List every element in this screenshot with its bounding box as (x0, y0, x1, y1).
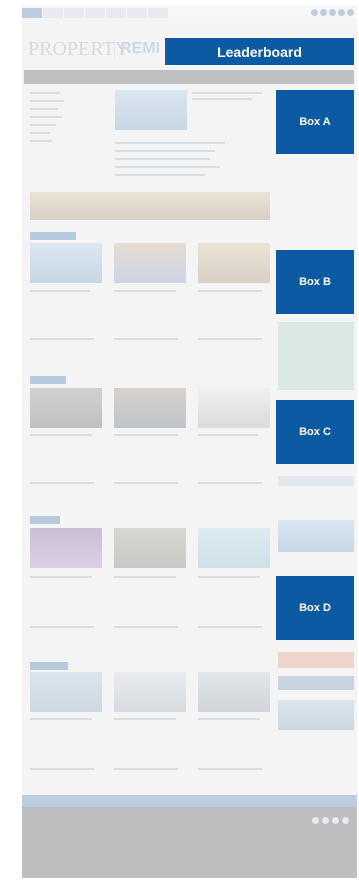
widget-heading (278, 476, 354, 486)
sidebar-link[interactable] (30, 124, 56, 126)
article-title[interactable] (114, 718, 176, 720)
article-link[interactable] (114, 768, 178, 770)
article-image[interactable] (114, 243, 186, 283)
article-link[interactable] (30, 768, 94, 770)
article-image[interactable] (198, 528, 270, 568)
article-title[interactable] (114, 290, 176, 292)
social-icon[interactable] (342, 817, 349, 824)
article-image[interactable] (198, 672, 270, 712)
article-image[interactable] (114, 388, 186, 428)
top-tab[interactable] (22, 8, 42, 18)
box-a-ad-slot[interactable]: Box A (276, 90, 354, 154)
headline-link[interactable] (115, 150, 215, 152)
widget-image[interactable] (278, 700, 354, 730)
promo-widget[interactable] (278, 652, 354, 668)
article-image[interactable] (30, 672, 102, 712)
social-icon[interactable] (347, 9, 354, 16)
sidebar-link[interactable] (30, 140, 52, 142)
section-heading (30, 376, 66, 384)
article-title[interactable] (198, 434, 258, 436)
article-image[interactable] (198, 243, 270, 283)
sidebar-link[interactable] (30, 132, 50, 134)
top-tab[interactable] (64, 8, 84, 18)
top-tab[interactable] (148, 8, 168, 18)
social-icon[interactable] (322, 817, 329, 824)
main-navigation[interactable] (24, 70, 354, 84)
sidebar-link[interactable] (30, 92, 60, 94)
social-icon[interactable] (312, 817, 319, 824)
site-logo[interactable]: PROPERTY REMI (28, 38, 160, 68)
headline-link[interactable] (115, 174, 205, 176)
social-icon[interactable] (332, 817, 339, 824)
article-title[interactable] (30, 576, 92, 578)
article-title[interactable] (114, 576, 176, 578)
social-icon[interactable] (311, 9, 318, 16)
social-icon[interactable] (329, 9, 336, 16)
section-heading (30, 516, 60, 524)
hero-image[interactable] (115, 90, 187, 130)
section-heading (30, 662, 68, 670)
footer-navigation[interactable] (22, 795, 357, 807)
article-title[interactable] (198, 576, 260, 578)
sidebar-link[interactable] (30, 108, 58, 110)
article-link[interactable] (198, 482, 262, 484)
headline-link[interactable] (115, 158, 210, 160)
social-icon[interactable] (320, 9, 327, 16)
page-footer (22, 807, 357, 878)
article-title[interactable] (114, 434, 178, 436)
hero-text (192, 98, 252, 100)
article-link[interactable] (114, 338, 178, 340)
article-image[interactable] (198, 388, 270, 428)
box-d-ad-slot[interactable]: Box D (276, 576, 354, 640)
promo-widget[interactable] (278, 676, 354, 690)
headline-link[interactable] (115, 142, 225, 144)
article-image[interactable] (114, 528, 186, 568)
article-link[interactable] (114, 482, 178, 484)
hero-headline[interactable] (192, 92, 262, 94)
sidebar-link[interactable] (30, 116, 62, 118)
article-title[interactable] (30, 718, 92, 720)
top-tab[interactable] (43, 8, 63, 18)
article-link[interactable] (30, 338, 94, 340)
article-link[interactable] (114, 626, 178, 628)
article-image[interactable] (30, 243, 102, 283)
top-tab[interactable] (106, 8, 126, 18)
newsletter-widget[interactable] (278, 322, 354, 390)
article-link[interactable] (30, 626, 94, 628)
article-link[interactable] (198, 338, 262, 340)
top-bar (22, 8, 357, 18)
banner-image[interactable] (30, 192, 270, 220)
headline-link[interactable] (115, 166, 220, 168)
article-title[interactable] (30, 290, 90, 292)
article-title[interactable] (30, 434, 92, 436)
article-image[interactable] (114, 672, 186, 712)
box-c-ad-slot[interactable]: Box C (276, 400, 354, 464)
article-title[interactable] (198, 290, 262, 292)
sidebar-link[interactable] (30, 100, 64, 102)
article-image[interactable] (30, 528, 102, 568)
article-title[interactable] (198, 718, 260, 720)
article-link[interactable] (30, 482, 94, 484)
leaderboard-ad-slot[interactable]: Leaderboard (165, 38, 354, 65)
box-b-ad-slot[interactable]: Box B (276, 250, 354, 314)
article-link[interactable] (198, 768, 262, 770)
section-heading (30, 232, 76, 240)
top-tab[interactable] (127, 8, 147, 18)
widget-image[interactable] (278, 520, 354, 552)
top-tab[interactable] (85, 8, 105, 18)
article-image[interactable] (30, 388, 102, 428)
logo-remi-text: REMI (114, 40, 160, 58)
social-icon[interactable] (338, 9, 345, 16)
article-link[interactable] (198, 626, 262, 628)
